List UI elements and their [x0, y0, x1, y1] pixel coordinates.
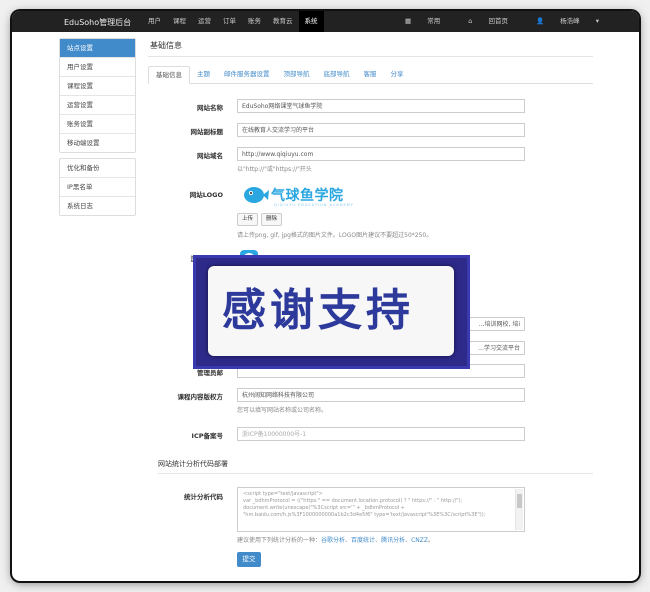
copyright-label: 课程内容版权方	[177, 393, 224, 401]
icp-label: ICP备案号	[191, 432, 223, 440]
sidebar-group-system: 优化和备份 IP黑名单 系统日志	[59, 158, 136, 216]
banner-text: 感谢支持	[222, 285, 414, 336]
code-line: "hm.baidu.com/h.js%3F1000000000a1b2c3d4e…	[243, 512, 486, 518]
logo-subtext: QIQIUYU EDUCATION ACADEMY	[274, 203, 354, 207]
code-line: <script type="text/javascript">	[243, 491, 323, 497]
site-name-input[interactable]: EduSoho网络课堂气球鱼学院	[237, 99, 525, 113]
analytics-section-title: 网站统计分析代码部署	[158, 459, 593, 474]
site-subtitle-label: 网站副标题	[190, 128, 224, 136]
sidebar-item-mobile-settings[interactable]: 移动端设置	[60, 134, 135, 152]
sidebar: 站点设置 用户设置 课程设置 运营设置 账务设置 移动端设置 优化和备份 IP黑…	[59, 38, 136, 221]
user-menu[interactable]: 👤 杨浩峰 ▾	[522, 11, 599, 32]
banner-panel: 感谢支持	[208, 266, 454, 356]
site-subtitle-input[interactable]: 在线教育人交流学习的平台	[237, 123, 525, 137]
copyright-input[interactable]: 杭州阔知网络科技有限公司	[237, 388, 525, 402]
analytics-help-prefix: 建议使用下列统计分析的一种：	[237, 537, 322, 544]
icp-input[interactable]: 浙ICP备10000000号-1	[237, 427, 525, 441]
sidebar-item-user-settings[interactable]: 用户设置	[60, 58, 135, 77]
main-menu: 用户 课程 运营 订单 账务 教育云 系统	[142, 11, 324, 32]
textarea-scrollbar[interactable]	[515, 489, 523, 530]
site-domain-input[interactable]: http://www.qiqiuyu.com	[237, 147, 525, 161]
logo-text: 气球鱼学院	[271, 188, 344, 204]
site-domain-help: 以"http://"或"https://"开头	[237, 166, 312, 173]
google-analytics-link[interactable]: 谷歌分析	[321, 537, 345, 544]
tencent-analytics-link[interactable]: 腾讯分析	[381, 537, 405, 544]
chevron-down-icon: ▾	[595, 17, 599, 25]
menu-item-orders[interactable]: 订单	[217, 11, 242, 32]
sidebar-item-optimize-backup[interactable]: 优化和备份	[60, 159, 135, 178]
brand-title[interactable]: EduSoho管理后台	[64, 17, 131, 28]
sidebar-item-ip-blacklist[interactable]: IP黑名单	[60, 178, 135, 197]
copyright-help: 您可以填写网站名称或公司名称。	[237, 407, 328, 414]
site-name-label: 网站名称	[197, 104, 223, 112]
sidebar-item-course-settings[interactable]: 课程设置	[60, 77, 135, 96]
site-domain-label: 网站域名	[197, 152, 223, 160]
sidebar-item-site-settings[interactable]: 站点设置	[60, 39, 135, 58]
home-label: 回首页	[488, 17, 508, 25]
home-link[interactable]: ⌂ 回首页	[454, 11, 508, 32]
logo-help: 请上传png, gif, jpg格式的图片文件。LOGO图片建议不要超过50*2…	[237, 232, 433, 239]
menu-item-courses[interactable]: 课程	[167, 11, 192, 32]
common-label: 常用	[427, 17, 441, 25]
analytics-help: 建议使用下列统计分析的一种：谷歌分析、百度统计、腾讯分析、CNZZ。	[237, 537, 435, 544]
menu-item-system[interactable]: 系统	[298, 11, 324, 32]
menu-item-users[interactable]: 用户	[142, 11, 167, 32]
scrollbar-thumb[interactable]	[517, 494, 522, 508]
cnzz-link[interactable]: CNZZ	[411, 537, 428, 544]
logo-upload-button[interactable]: 上传	[237, 213, 259, 226]
home-icon: ⌂	[468, 17, 473, 25]
submit-button[interactable]: 提交	[237, 552, 261, 567]
main-content: 基础信息 基础信息 主题 邮件服务器设置 顶部导航 底部导航 客服 分享 网站名…	[148, 38, 593, 567]
code-line: var _bdhmProtocol = (("https:" == docume…	[243, 498, 463, 504]
menu-item-finance[interactable]: 账务	[242, 11, 267, 32]
common-link[interactable]: ▦ 常用	[391, 11, 440, 32]
thanks-banner: 感谢支持	[193, 255, 470, 369]
user-name: 杨浩峰	[560, 17, 580, 25]
analytics-code-label: 统计分析代码	[184, 493, 223, 501]
menu-item-edu-cloud[interactable]: 教育云	[267, 11, 299, 32]
code-line: document.write(unescape("%3Cscript src='…	[243, 505, 405, 511]
grid-icon: ▦	[405, 17, 412, 25]
site-logo-label: 网站LOGO	[189, 191, 223, 199]
sidebar-group-settings: 站点设置 用户设置 课程设置 运营设置 账务设置 移动端设置	[59, 38, 136, 153]
user-icon: 👤	[535, 17, 545, 25]
navbar-right: ▦ 常用 ⌂ 回首页 👤 杨浩峰 ▾	[377, 11, 599, 32]
logo-delete-button[interactable]: 删除	[261, 213, 283, 226]
fish-logo-icon	[244, 187, 269, 203]
seo-description-value: …学习交流平台	[477, 345, 520, 352]
sidebar-item-system-log[interactable]: 系统日志	[60, 197, 135, 215]
sidebar-item-operation-settings[interactable]: 运营设置	[60, 96, 135, 115]
top-navbar: EduSoho管理后台 用户 课程 运营 订单 账务 教育云 系统 ▦ 常用 ⌂…	[12, 11, 639, 32]
baidu-stats-link[interactable]: 百度统计	[351, 537, 375, 544]
sidebar-item-finance-settings[interactable]: 账务设置	[60, 115, 135, 134]
seo-keywords-value: …培训网校, 培i	[478, 321, 520, 328]
menu-item-operations[interactable]: 运营	[192, 11, 217, 32]
analytics-code-textarea[interactable]: <script type="text/javascript"> var _bdh…	[237, 487, 525, 532]
